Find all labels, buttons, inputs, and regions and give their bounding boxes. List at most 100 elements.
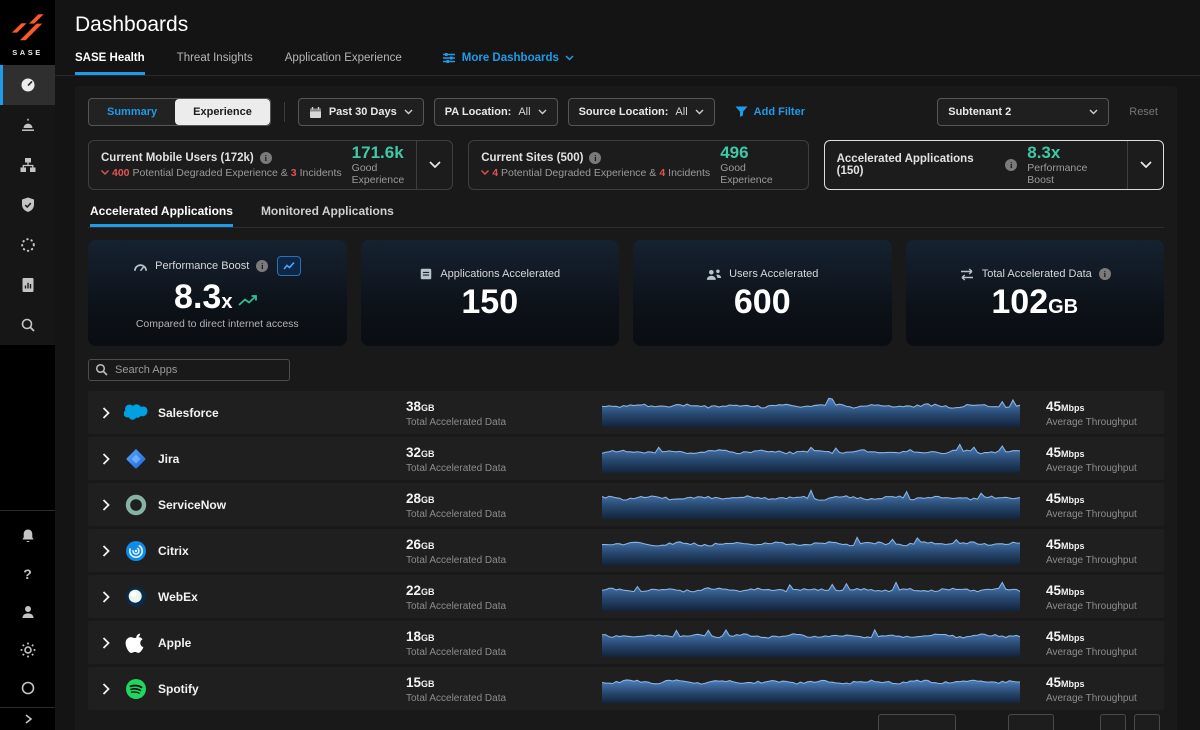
app-row: Jira 32GB Total Accelerated Data 45Mbps … [88,437,1164,480]
throughput-unit: Mbps [1061,679,1085,689]
tab-application-experience[interactable]: Application Experience [285,52,402,75]
calendar-icon [309,106,322,119]
tab-sase-health[interactable]: SASE Health [75,52,145,75]
metric-label: Performance Boost [155,260,249,272]
stat-caption: Good Experience [352,162,405,186]
expand-row-button[interactable] [88,453,124,465]
info-icon[interactable] [1099,268,1111,280]
app-logo-icon [124,677,148,701]
app-row: WebEx 22GB Total Accelerated Data 45Mbps… [88,575,1164,618]
apps-icon [419,267,433,281]
total-data-unit: GB [421,495,435,505]
tab-accelerated-applications[interactable]: Accelerated Applications [90,204,233,227]
total-data-value: 22 [406,583,421,598]
total-data-value: 32 [406,445,421,460]
sidebar-item-activity[interactable] [0,225,55,265]
pa-location-dropdown[interactable]: PA Location: All [434,98,558,126]
funnel-icon [735,106,748,118]
caret-down-icon [481,170,489,175]
info-icon[interactable] [589,152,601,164]
info-icon[interactable] [1005,159,1017,171]
expand-row-button[interactable] [88,545,124,557]
collapse-button[interactable] [0,708,55,730]
more-dashboards-menu[interactable]: More Dashboards [442,52,574,75]
expand-card-button[interactable] [1127,141,1163,189]
reset-button[interactable]: Reset [1129,106,1158,118]
tab-threat-insights[interactable]: Threat Insights [177,52,253,75]
degraded-label: Potential Degraded Experience & [501,167,656,179]
chevron-down-icon [538,109,547,115]
stat-card-sites[interactable]: Current Sites (500) 4 Potential Degraded… [468,140,808,190]
total-accelerated-data-cell: 26GB Total Accelerated Data [406,536,602,566]
tab-monitored-applications[interactable]: Monitored Applications [261,204,394,227]
sidebar-nav [0,65,55,345]
shield-check-icon [19,196,37,214]
app-logo-icon [124,493,148,517]
stat-title: Current Sites (500) [481,152,583,164]
average-throughput-cell: 45Mbps Average Throughput [1046,398,1164,428]
search-apps-input[interactable] [88,359,290,381]
time-range-dropdown[interactable]: Past 30 Days [298,98,424,126]
subtenant-dropdown[interactable]: Subtenant 2 [937,98,1109,126]
prev-page-button[interactable] [1100,714,1126,730]
applications-tabbar: Accelerated Applications Monitored Appli… [88,204,1164,228]
brand-logo[interactable]: SASE [10,0,46,65]
info-icon[interactable] [256,260,268,272]
throughput-sparkline [602,396,1020,430]
sidebar: SASE ? [0,0,55,730]
expand-row-button[interactable] [88,683,124,695]
gauge-icon [133,260,148,273]
throughput-sparkline [602,580,1020,614]
chevron-right-icon [102,637,110,649]
help-button[interactable]: ? [0,555,55,593]
next-page-button[interactable] [1134,714,1160,730]
sidebar-item-reports[interactable] [0,265,55,305]
total-accelerated-data-cell: 15GB Total Accelerated Data [406,674,602,704]
stat-caption: Good Experience [720,162,795,186]
average-throughput-cell: 45Mbps Average Throughput [1046,674,1164,704]
sidebar-item-alerts[interactable] [0,105,55,145]
sidebar-item-search[interactable] [0,305,55,345]
sidebar-item-network[interactable] [0,145,55,185]
app-row: Spotify 15GB Total Accelerated Data 45Mb… [88,667,1164,710]
sidebar-bottom: ? [0,511,55,730]
metric-value: 600 [734,285,791,319]
settings-button[interactable] [0,631,55,669]
user-button[interactable] [0,593,55,631]
dashboard-icon [19,76,37,94]
expand-row-button[interactable] [88,637,124,649]
chevron-right-icon [102,499,110,511]
users-icon [706,268,722,281]
chevron-down-icon [1140,161,1152,169]
throughput-unit: Mbps [1061,587,1085,597]
page-size-dropdown[interactable] [878,714,956,730]
app-name: Salesforce [158,406,406,420]
experience-toggle[interactable]: Experience [175,99,270,125]
expand-row-button[interactable] [88,591,124,603]
source-location-dropdown[interactable]: Source Location: All [568,98,715,126]
throughput-unit: Mbps [1061,495,1085,505]
pagination-bar [88,714,1164,730]
sidebar-item-security[interactable] [0,185,55,225]
stat-card-accelerated-apps[interactable]: Accelerated Applications (150) 8.3x Perf… [824,140,1164,190]
expand-row-button[interactable] [88,499,124,511]
sidebar-item-dashboards[interactable] [0,65,55,105]
page-input[interactable] [1008,714,1054,730]
chevron-right-icon [102,683,110,695]
stat-card-mobile-users[interactable]: Current Mobile Users (172k) 400 Potentia… [88,140,453,190]
total-data-label: Total Accelerated Data [406,601,602,612]
expand-row-button[interactable] [88,407,124,419]
info-icon[interactable] [260,152,272,164]
notifications-button[interactable] [0,517,55,555]
throughput-value: 45 [1046,445,1061,460]
app-name: Jira [158,452,406,466]
view-chart-button[interactable] [277,256,301,276]
summary-toggle[interactable]: Summary [89,99,175,125]
add-filter-button[interactable]: Add Filter [735,106,805,118]
network-icon [19,156,37,174]
status-button[interactable] [0,669,55,707]
total-accelerated-data-cell: 18GB Total Accelerated Data [406,628,602,658]
total-data-unit: GB [421,587,435,597]
app-logo-icon [124,447,148,471]
expand-card-button[interactable] [416,141,452,189]
